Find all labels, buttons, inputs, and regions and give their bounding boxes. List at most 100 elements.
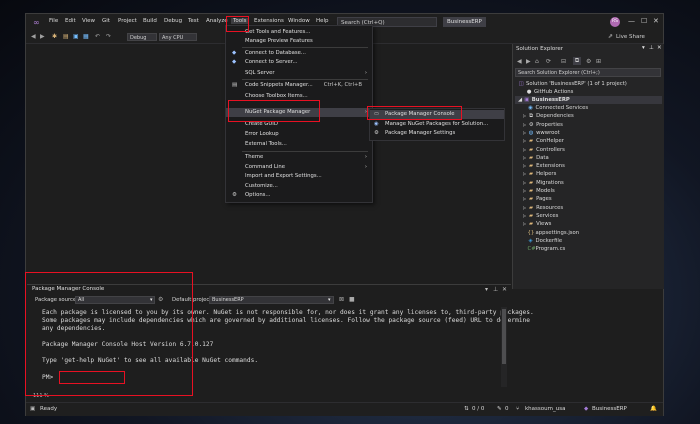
expand-icon[interactable]: ▷ xyxy=(523,163,526,168)
tree-item-github-actions[interactable]: ● GitHub Actions xyxy=(526,88,574,96)
tree-item[interactable]: ◈ Dockerfile xyxy=(523,237,563,245)
preview-icon[interactable]: ⊞ xyxy=(596,58,601,65)
expand-icon[interactable]: ▷ xyxy=(523,122,526,127)
tree-item[interactable]: {}appsettings.json xyxy=(523,229,580,237)
menu-test[interactable]: Test xyxy=(188,18,199,24)
tree-item[interactable]: ▷ ▰ Controllers xyxy=(523,146,565,154)
clear-console-icon[interactable]: ⊠ xyxy=(339,296,344,303)
tree-item[interactable]: ◉ Connected Services xyxy=(523,104,588,112)
tree-item[interactable]: ▷ ▰ Data xyxy=(523,154,549,162)
home-icon[interactable]: ⌂ xyxy=(535,58,539,65)
menu-file[interactable]: File xyxy=(49,18,58,24)
back-icon[interactable]: ◀ xyxy=(517,58,522,65)
tree-item[interactable]: ▷ ▰ Services xyxy=(523,212,558,220)
tree-item[interactable]: ▷ ◍ wwwroot xyxy=(523,129,560,137)
menu-help[interactable]: Help xyxy=(316,18,329,24)
back-icon[interactable]: ◀ xyxy=(31,33,36,40)
expand-icon[interactable]: ▷ xyxy=(523,155,526,160)
pin-icon[interactable]: ⊥ xyxy=(493,286,498,293)
expand-icon[interactable] xyxy=(523,246,526,251)
redo-icon[interactable]: ↷ xyxy=(106,33,111,40)
tree-item-project[interactable]: ◢ ▣ BusinessERP xyxy=(515,96,662,104)
avatar[interactable]: RS xyxy=(610,17,620,27)
new-project-icon[interactable]: ✱ xyxy=(52,33,57,40)
menu-item-import-export[interactable]: Import and Export Settings... xyxy=(226,172,372,181)
menu-item-sql-server[interactable]: SQL Server › xyxy=(226,69,372,78)
tree-item[interactable]: ▷ ▰ Views xyxy=(523,220,551,228)
tree-item[interactable]: C#Program.cs xyxy=(523,245,566,253)
console-scrollbar[interactable] xyxy=(501,307,507,387)
menu-build[interactable]: Build xyxy=(143,18,157,24)
menu-item-connect-database[interactable]: ◆ Connect to Database... xyxy=(226,49,372,58)
menu-item-code-snippets[interactable]: ▤ Code Snippets Manager... Ctrl+K, Ctrl+B xyxy=(226,81,372,90)
tree-item[interactable]: ▷ ▰ ConHelper xyxy=(523,137,564,145)
expand-icon[interactable] xyxy=(523,105,526,110)
status-pencil-count[interactable]: 0 xyxy=(505,406,509,412)
expand-icon[interactable] xyxy=(523,230,526,235)
menu-item-preview-features[interactable]: Manage Preview Features xyxy=(226,37,372,46)
expand-icon[interactable]: ◢ xyxy=(518,97,522,103)
open-folder-icon[interactable]: ▤ xyxy=(63,33,69,40)
configuration-select[interactable]: Debug xyxy=(127,33,157,41)
menu-item-connect-server[interactable]: ◆ Connect to Server... xyxy=(226,58,372,67)
menu-item-theme[interactable]: Theme › xyxy=(226,153,372,162)
branch-icon[interactable]: ⑂ xyxy=(516,406,519,412)
expand-icon[interactable]: ▷ xyxy=(523,221,526,226)
pencil-icon[interactable]: ✎ xyxy=(497,406,502,412)
menu-analyze[interactable]: Analyze xyxy=(206,18,228,24)
tree-item[interactable]: ▷ ▰ Models xyxy=(523,187,555,195)
menu-debug[interactable]: Debug xyxy=(164,18,182,24)
expand-icon[interactable]: ▷ xyxy=(523,171,526,176)
tree-solution[interactable]: ◫ Solution 'BusinessERP' (1 of 1 project) xyxy=(518,80,626,88)
pin-icon[interactable]: ⊥ xyxy=(649,45,654,51)
expand-icon[interactable]: ▷ xyxy=(523,196,526,201)
maximize-icon[interactable]: ☐ xyxy=(641,17,647,25)
sort-icon[interactable]: ⇅ xyxy=(464,406,469,412)
solution-search-input[interactable]: Search Solution Explorer (Ctrl+;) xyxy=(515,68,661,77)
sync-icon[interactable]: ⟳ xyxy=(546,58,551,65)
expand-icon[interactable]: ▷ xyxy=(523,113,526,118)
menu-item-external-tools[interactable]: External Tools... xyxy=(226,140,372,149)
properties-icon[interactable]: ⚙ xyxy=(586,58,591,65)
notification-icon[interactable]: 🔔 xyxy=(650,406,657,412)
expand-icon[interactable] xyxy=(523,238,526,243)
tree-item[interactable]: ▷ ▰ Migrations xyxy=(523,179,564,187)
platform-select[interactable]: Any CPU xyxy=(159,33,197,41)
menu-item-command-line[interactable]: Command Line › xyxy=(226,163,372,172)
close-panel-icon[interactable]: ✕ xyxy=(502,286,507,293)
tree-item[interactable]: ▷ ▰ Pages xyxy=(523,195,552,203)
tree-item[interactable]: ▷ ⧉ Dependencies xyxy=(523,112,574,120)
collapse-icon[interactable]: ⊟ xyxy=(561,58,566,65)
tree-item[interactable]: ▷ ▰ Resources xyxy=(523,204,563,212)
dropdown-icon[interactable]: ▾ xyxy=(485,286,488,293)
close-panel-icon[interactable]: ✕ xyxy=(657,45,662,51)
menu-view[interactable]: View xyxy=(82,18,95,24)
expand-icon[interactable]: ▷ xyxy=(523,180,526,185)
default-project-select[interactable]: BusinessERP xyxy=(209,296,334,304)
show-all-files-icon[interactable]: ⧉ xyxy=(573,57,581,65)
forward-icon[interactable]: ▶ xyxy=(40,33,45,40)
save-all-icon[interactable]: ▦ xyxy=(83,33,89,40)
dropdown-icon[interactable]: ▾ xyxy=(642,45,645,51)
status-position[interactable]: 0 / 0 xyxy=(472,406,484,412)
tree-item[interactable]: ▷ ▰ Helpers xyxy=(523,170,556,178)
scroll-thumb[interactable] xyxy=(502,309,506,364)
menu-project[interactable]: Project xyxy=(118,18,137,24)
status-user[interactable]: khassoum_usa xyxy=(525,406,565,412)
expand-icon[interactable]: ▷ xyxy=(523,130,526,135)
tree-item[interactable]: ▷ ▰ Extensions xyxy=(523,162,565,170)
expand-icon[interactable]: ▷ xyxy=(523,213,526,218)
menu-git[interactable]: Git xyxy=(102,18,110,24)
stop-icon[interactable]: ■ xyxy=(349,296,355,303)
menu-window[interactable]: Window xyxy=(288,18,310,24)
menu-item-customize[interactable]: Customize... xyxy=(226,182,372,191)
minimize-icon[interactable]: — xyxy=(628,17,635,25)
close-icon[interactable]: ✕ xyxy=(653,17,659,25)
submenu-item-manage-nuget[interactable]: ◉ Manage NuGet Packages for Solution... xyxy=(370,120,504,129)
menu-item-error-lookup[interactable]: Error Lookup xyxy=(226,130,372,139)
menu-item-options[interactable]: ⚙ Options... xyxy=(226,191,372,200)
tree-item[interactable]: ▷ ⚙ Properties xyxy=(523,121,563,129)
live-share-button[interactable]: Live Share xyxy=(616,34,645,40)
menu-extensions[interactable]: Extensions xyxy=(254,18,284,24)
undo-icon[interactable]: ↶ xyxy=(95,33,100,40)
